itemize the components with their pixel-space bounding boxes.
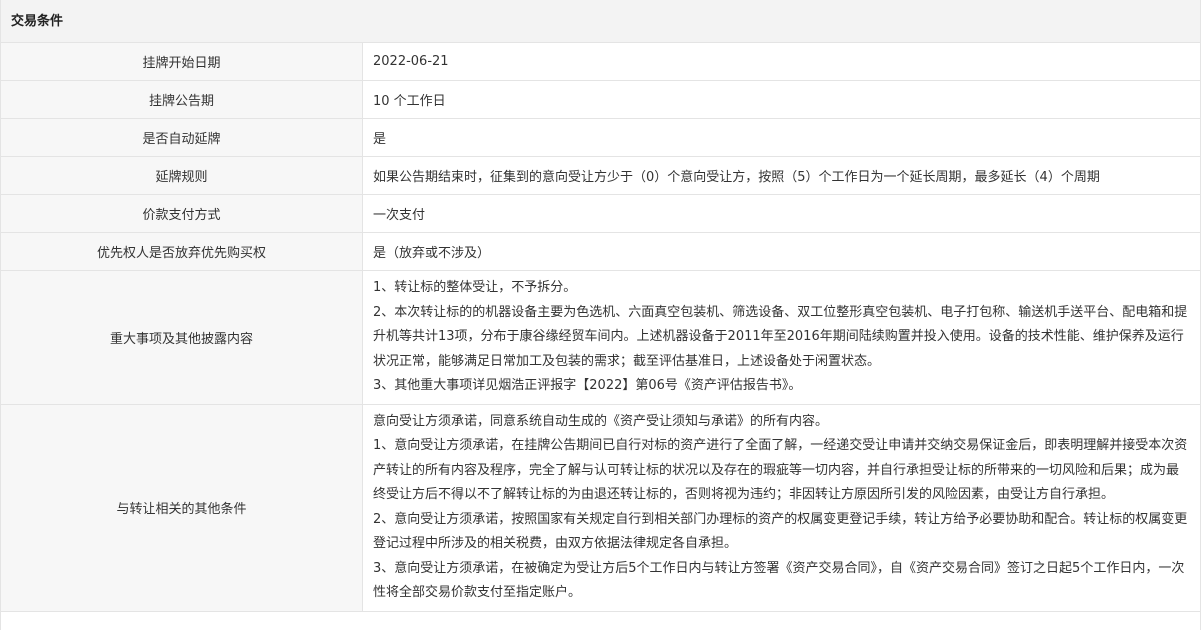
row-label-listing-start-date: 挂牌开始日期 [1, 43, 363, 81]
row-value-auto-extend: 是 [362, 118, 1200, 157]
table-row: 优先权人是否放弃优先购买权 是（放弃或不涉及） [1, 232, 1200, 271]
row-value-major-matters: 1、转让标的整体受让，不予拆分。 2、本次转让标的的机器设备主要为色选机、六面真… [362, 270, 1200, 405]
table-row: 与转让相关的其他条件 意向受让方须承诺，同意系统自动生成的《资产受让须知与承诺》… [1, 404, 1200, 612]
row-label-other-conditions: 与转让相关的其他条件 [1, 404, 363, 612]
disclosure-paragraph: 3、其他重大事项详见烟浩正评报字【2022】第06号《资产评估报告书》。 [373, 378, 802, 393]
condition-paragraph: 1、意向受让方须承诺，在挂牌公告期间已自行对标的资产进行了全面了解，一经递交受让… [373, 438, 1188, 502]
trading-conditions-panel: 交易条件 挂牌开始日期 2022-06-21 挂牌公告期 10 个工作日 是否自… [0, 0, 1201, 630]
row-value-listing-start-date: 2022-06-21 [362, 43, 1200, 81]
condition-paragraph: 3、意向受让方须承诺，在被确定为受让方后5个工作日内与转让方签署《资产交易合同》… [373, 560, 1185, 601]
table-row: 挂牌开始日期 2022-06-21 [1, 43, 1200, 81]
row-label-auto-extend: 是否自动延牌 [1, 118, 363, 157]
row-value-extension-rule: 如果公告期结束时，征集到的意向受让方少于（0）个意向受让方，按照（5）个工作日为… [362, 156, 1200, 195]
row-label-extension-rule: 延牌规则 [1, 156, 363, 195]
row-label-announcement-period: 挂牌公告期 [1, 80, 363, 119]
condition-paragraph: 意向受让方须承诺，同意系统自动生成的《资产受让须知与承诺》的所有内容。 [373, 413, 829, 429]
condition-paragraph: 2、意向受让方须承诺，按照国家有关规定自行到相关部门办理标的资产的权属变更登记手… [373, 511, 1188, 552]
section-title: 交易条件 [1, 0, 1200, 43]
row-label-preemptive-right: 优先权人是否放弃优先购买权 [1, 232, 363, 271]
row-value-payment-method: 一次支付 [362, 194, 1200, 233]
disclosure-paragraph: 1、转让标的整体受让，不予拆分。 [373, 280, 577, 295]
table-row: 重大事项及其他披露内容 1、转让标的整体受让，不予拆分。 2、本次转让标的的机器… [1, 270, 1200, 405]
table-row: 延牌规则 如果公告期结束时，征集到的意向受让方少于（0）个意向受让方，按照（5）… [1, 156, 1200, 195]
row-value-preemptive-right: 是（放弃或不涉及） [362, 232, 1200, 271]
row-label-payment-method: 价款支付方式 [1, 194, 363, 233]
table-row: 是否自动延牌 是 [1, 118, 1200, 157]
row-value-other-conditions: 意向受让方须承诺，同意系统自动生成的《资产受让须知与承诺》的所有内容。 1、意向… [362, 404, 1200, 612]
table-row: 挂牌公告期 10 个工作日 [1, 80, 1200, 119]
conditions-table: 挂牌开始日期 2022-06-21 挂牌公告期 10 个工作日 是否自动延牌 是… [1, 43, 1200, 612]
row-value-announcement-period: 10 个工作日 [362, 80, 1200, 119]
disclosure-paragraph: 2、本次转让标的的机器设备主要为色选机、六面真空包装机、筛选设备、双工位整形真空… [373, 304, 1188, 369]
row-label-major-matters: 重大事项及其他披露内容 [1, 270, 363, 405]
table-row: 价款支付方式 一次支付 [1, 194, 1200, 233]
